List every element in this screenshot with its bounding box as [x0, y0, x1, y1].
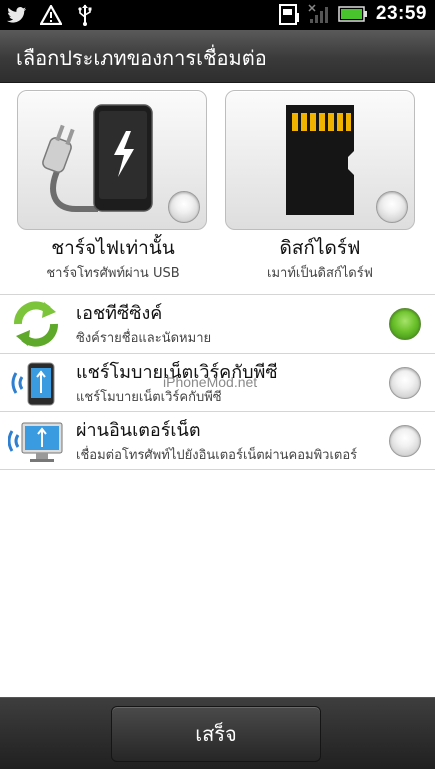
sync-arrows-icon [14, 301, 58, 347]
list-item-htc-sync[interactable]: เอชทีซีซิงค์ ซิงค์รายชื่อและนัดหมาย [0, 295, 435, 353]
warning-triangle-icon [40, 4, 62, 26]
disk-drive-description: เมาท์เป็นดิสก์ไดร์ฟ [267, 266, 373, 281]
twitter-bird-icon [6, 4, 28, 26]
monitor-usb-icon [8, 422, 63, 462]
signal-icon [308, 3, 330, 25]
disk-drive-card[interactable] [225, 90, 415, 230]
disk-drive-label: ดิสก์ไดร์ฟ [279, 237, 361, 259]
htc-sync-description: ซิงค์รายชื่อและนัดหมาย [76, 331, 212, 346]
internet-passthrough-description: เชื่อมต่อโทรศัพท์ไปยังอินเตอร์เน็ตผ่านคอ… [76, 448, 358, 463]
dialog-title: เลือกประเภทของการเชื่อมต่อ [16, 46, 267, 70]
bottom-action-bar: เสร็จ [0, 697, 435, 769]
usb-tethering-radio[interactable] [389, 367, 421, 399]
charge-only-radio[interactable] [168, 191, 200, 223]
list-item-internet-passthrough[interactable]: ผ่านอินเตอร์เน็ต เชื่อมต่อโทรศัพท์ไปยังอ… [0, 412, 435, 470]
htc-sync-radio[interactable] [389, 308, 421, 340]
battery-icon [338, 3, 368, 25]
status-time: 23:59 [375, 3, 427, 24]
dialog-title-bar: เลือกประเภทของการเชื่อมต่อ [0, 30, 435, 83]
status-bar: 23:59 [0, 0, 435, 30]
done-button[interactable]: เสร็จ [111, 706, 321, 762]
connection-type-cards: ชาร์จไฟเท่านั้น ชาร์จโทรศัพท์ผ่าน USB ดิ… [0, 90, 435, 290]
internet-passthrough-label: ผ่านอินเตอร์เน็ต [76, 420, 201, 441]
disk-drive-radio[interactable] [376, 191, 408, 223]
divider [0, 469, 435, 470]
internet-passthrough-radio[interactable] [389, 425, 421, 457]
charge-only-card[interactable] [17, 90, 207, 230]
watermark: iPhoneMod.net [163, 374, 258, 390]
usb-icon [74, 4, 96, 26]
charge-only-label: ชาร์จไฟเท่านั้น [51, 237, 175, 259]
charge-only-description: ชาร์จโทรศัพท์ผ่าน USB [46, 266, 180, 281]
htc-sync-label: เอชทีซีซิงค์ [76, 303, 163, 324]
sd-card-status-icon [278, 3, 300, 25]
phone-usb-share-icon [11, 362, 55, 406]
